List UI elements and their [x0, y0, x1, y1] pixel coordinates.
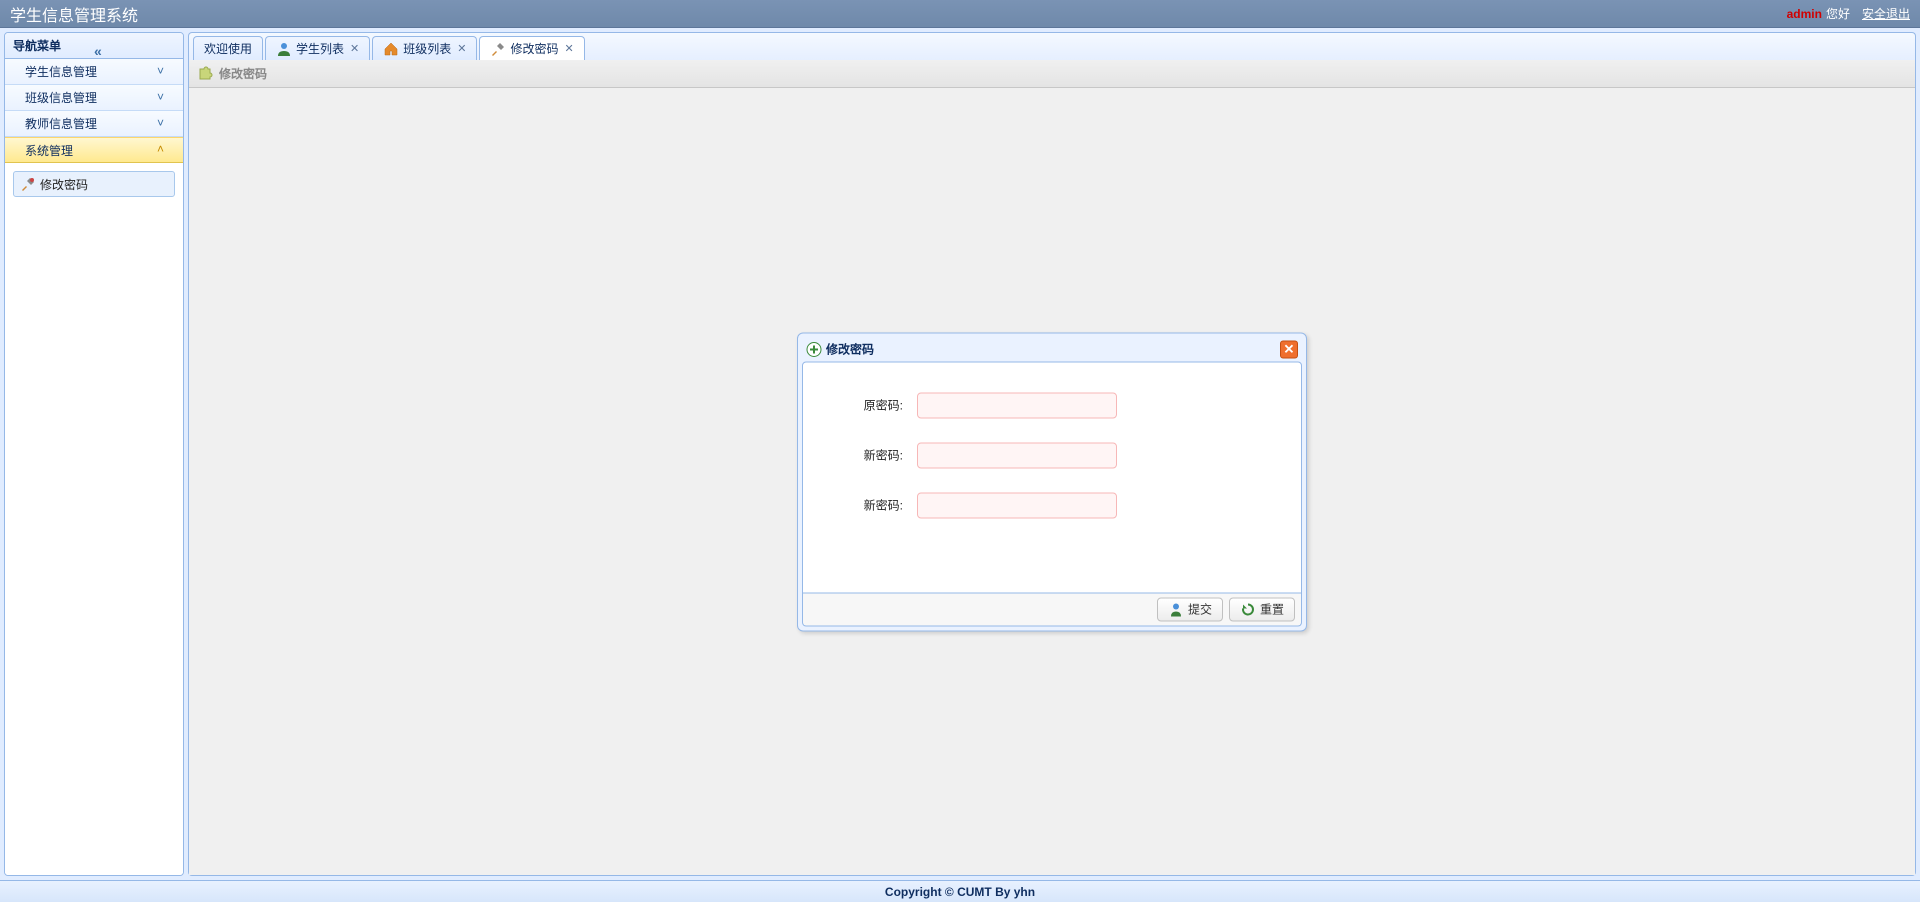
sidebar-item-system-settings[interactable]: 系统管理 — [5, 137, 183, 163]
old-password-label: 原密码: — [823, 397, 903, 414]
chevron-down-icon — [157, 64, 173, 80]
tab-label: 修改密码 — [510, 40, 558, 57]
tab-label: 班级列表 — [403, 40, 451, 57]
tab-label: 欢迎使用 — [204, 40, 252, 57]
footer-text: Copyright © CUMT By yhn — [885, 885, 1035, 899]
logout-link[interactable]: 安全退出 — [1862, 5, 1910, 22]
tab-change-password[interactable]: 修改密码 ✕ — [479, 36, 584, 60]
form-row-new-password: 新密码: — [823, 442, 1281, 468]
reset-label: 重置 — [1260, 601, 1284, 618]
home-icon — [383, 41, 399, 57]
tab-close-icon[interactable]: ✕ — [565, 42, 574, 55]
panel-body: 修改密码 ✕ 原密码: 新密码: — [189, 88, 1915, 875]
submit-button[interactable]: 提交 — [1157, 597, 1223, 621]
tab-welcome[interactable]: 欢迎使用 — [193, 36, 263, 60]
sidebar: 导航菜单 学生信息管理 班级信息管理 教师信息管理 系统管理 — [4, 32, 184, 876]
app-header: 学生信息管理系统 admin 您好 安全退出 — [0, 0, 1920, 28]
tools-icon — [20, 176, 36, 192]
panel-title: 修改密码 — [219, 65, 267, 82]
sidebar-item-label: 班级信息管理 — [25, 89, 157, 106]
confirm-password-label: 新密码: — [823, 497, 903, 514]
user-area: admin 您好 安全退出 — [1787, 5, 1910, 22]
tab-class-list[interactable]: 班级列表 ✕ — [372, 36, 477, 60]
tab-label: 学生列表 — [296, 40, 344, 57]
footer: Copyright © CUMT By yhn — [0, 880, 1920, 902]
sidebar-item-class-info[interactable]: 班级信息管理 — [5, 85, 183, 111]
collapse-left-icon[interactable] — [94, 38, 175, 54]
confirm-password-input[interactable] — [917, 492, 1117, 518]
user-icon — [276, 41, 292, 57]
refresh-icon — [1240, 601, 1256, 617]
tools-icon — [490, 41, 506, 57]
dialog-title: 修改密码 — [826, 341, 1276, 358]
chevron-down-icon — [157, 90, 173, 106]
current-user: admin — [1787, 7, 1822, 21]
puzzle-icon — [197, 66, 213, 82]
tab-close-icon[interactable]: ✕ — [350, 42, 359, 55]
sidebar-body: 修改密码 — [5, 163, 183, 875]
old-password-input[interactable] — [917, 392, 1117, 418]
chevron-down-icon — [157, 116, 173, 132]
tabs-strip: 欢迎使用 学生列表 ✕ 班级列表 ✕ — [188, 32, 1916, 60]
new-password-input[interactable] — [917, 442, 1117, 468]
dialog-close-button[interactable]: ✕ — [1280, 340, 1298, 358]
sidebar-item-label: 系统管理 — [25, 142, 157, 159]
new-password-label: 新密码: — [823, 447, 903, 464]
greeting-text: 您好 — [1826, 5, 1850, 22]
tab-close-icon[interactable]: ✕ — [457, 42, 466, 55]
sidebar-item-teacher-info[interactable]: 教师信息管理 — [5, 111, 183, 137]
tab-student-list[interactable]: 学生列表 ✕ — [265, 36, 370, 60]
panel-title-bar: 修改密码 — [189, 60, 1915, 88]
main-area: 欢迎使用 学生列表 ✕ 班级列表 ✕ — [188, 32, 1916, 876]
user-icon — [1168, 601, 1184, 617]
reset-button[interactable]: 重置 — [1229, 597, 1295, 621]
sidebar-title: 导航菜单 — [13, 33, 94, 59]
submit-label: 提交 — [1188, 601, 1212, 618]
form-row-confirm-password: 新密码: — [823, 492, 1281, 518]
tree-node-label: 修改密码 — [40, 176, 88, 193]
app-title: 学生信息管理系统 — [10, 2, 1787, 26]
sidebar-item-student-info[interactable]: 学生信息管理 — [5, 59, 183, 85]
sidebar-item-label: 学生信息管理 — [25, 63, 157, 80]
sidebar-item-label: 教师信息管理 — [25, 115, 157, 132]
dialog-body: 原密码: 新密码: 新密码: — [802, 361, 1302, 593]
tab-panel: 修改密码 修改密码 ✕ — [188, 60, 1916, 876]
form-row-old-password: 原密码: — [823, 392, 1281, 418]
add-icon — [806, 341, 822, 357]
tree-node-change-password[interactable]: 修改密码 — [13, 171, 175, 197]
dialog-buttons: 提交 重置 — [802, 593, 1302, 626]
change-password-dialog: 修改密码 ✕ 原密码: 新密码: — [797, 332, 1307, 631]
dialog-title-bar[interactable]: 修改密码 ✕ — [802, 337, 1302, 361]
chevron-up-icon — [157, 142, 173, 158]
sidebar-title-bar: 导航菜单 — [5, 33, 183, 59]
